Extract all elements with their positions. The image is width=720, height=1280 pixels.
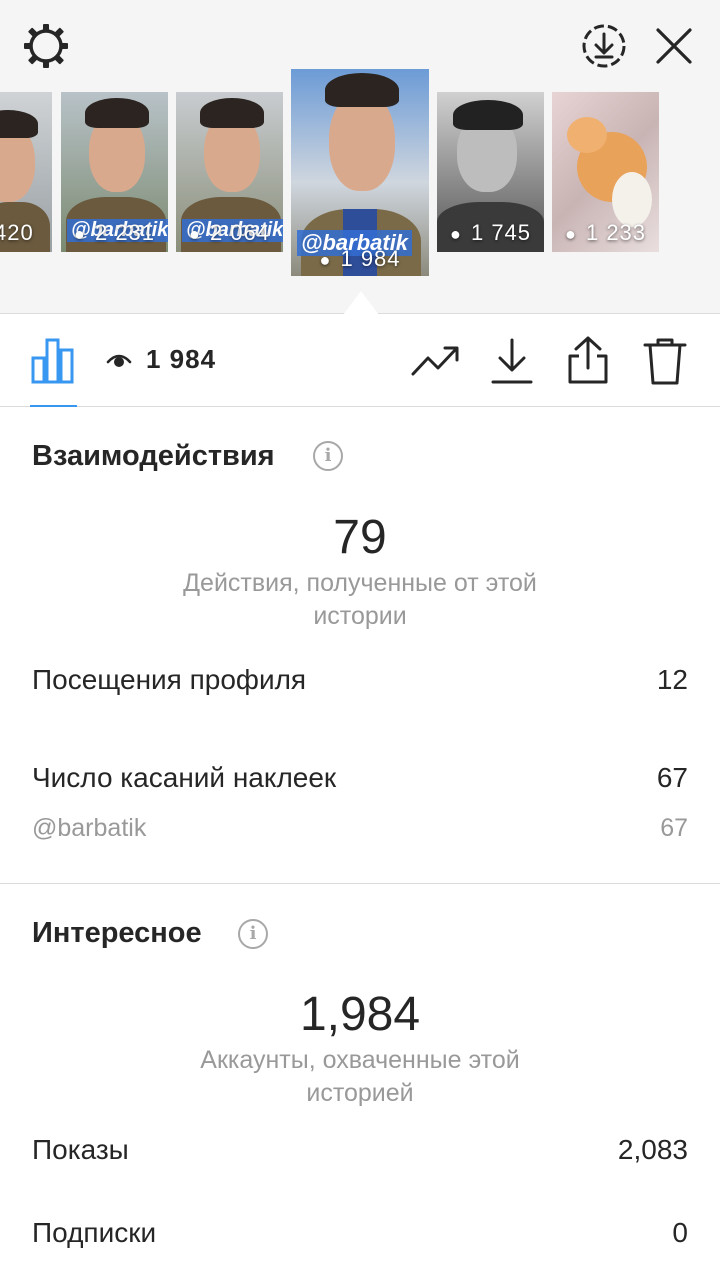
eye-icon: ● (73, 224, 86, 244)
active-tab-indicator (30, 405, 77, 407)
story-view-count: ● 1 984 (291, 246, 429, 272)
trash-icon[interactable] (642, 336, 688, 386)
story-view-value: 2 064 (209, 220, 271, 245)
share-icon[interactable] (565, 334, 611, 386)
info-icon[interactable]: i (238, 919, 268, 949)
story-view-value: 1 745 (470, 220, 532, 245)
gear-icon[interactable] (20, 20, 72, 72)
discovery-caption: Аккаунты, охваченные этой историей (200, 1046, 520, 1107)
eye-icon: ● (564, 224, 577, 244)
eye-icon: ● (319, 250, 332, 270)
story-view-count: 420 (0, 220, 34, 245)
mention-sticker-label[interactable]: @barbatik (32, 814, 146, 843)
story-view-value: 2 231 (94, 220, 156, 245)
profile-visits-label: Посещения профиля (32, 664, 307, 695)
view-count: 1 984 (146, 344, 217, 374)
mention-sticker-value: 67 (660, 814, 688, 842)
story-view-count: ● 1 233 (552, 220, 659, 246)
story-view-count: ● 1 745 (437, 220, 544, 246)
sticker-taps-value: 67 (656, 762, 688, 793)
story-thumbnail[interactable]: 420 (0, 92, 52, 252)
story-strip: 420 @barbatik ● 2 231 @barbatik ● 2 064 … (0, 0, 720, 315)
follows-value: 0 (672, 1217, 688, 1248)
eye-icon: ● (188, 224, 201, 244)
interactions-total: 79 (333, 511, 387, 564)
interactions-title: Взаимодействия (32, 440, 275, 472)
download-icon[interactable] (490, 336, 534, 386)
impressions-label: Показы (32, 1134, 129, 1165)
impressions-value: 2,083 (617, 1134, 688, 1165)
info-icon[interactable]: i (313, 441, 343, 471)
bar-chart-icon[interactable] (30, 336, 76, 384)
eye-icon (106, 354, 132, 367)
save-circle-icon[interactable] (580, 22, 628, 70)
close-icon[interactable] (652, 24, 696, 68)
story-thumbnail[interactable]: @barbatik ● 2 064 (176, 92, 283, 252)
story-thumbnail[interactable]: @barbatik ● 2 231 (61, 92, 168, 252)
sticker-taps-label: Число касаний наклеек (32, 762, 337, 793)
story-view-count: ● 2 231 (61, 220, 168, 246)
cat-head (567, 117, 607, 153)
story-thumbnail-selected[interactable]: @barbatik ● 1 984 (291, 69, 429, 276)
story-thumbnail[interactable]: ● 1 745 (437, 92, 544, 252)
insights-toolbar: 1 984 (0, 314, 720, 407)
cat-belly (612, 172, 652, 227)
story-thumbnail[interactable]: ● 1 233 (552, 92, 659, 252)
discovery-title: Интересное (32, 917, 202, 949)
discovery-total: 1,984 (299, 988, 421, 1041)
trend-icon[interactable] (410, 344, 460, 378)
story-view-value: 1 984 (340, 246, 401, 271)
eye-icon: ● (449, 224, 462, 244)
selection-pointer (343, 291, 379, 315)
section-divider (0, 883, 720, 884)
story-view-value: 1 233 (585, 220, 647, 245)
interactions-caption: Действия, полученные от этой истории (183, 569, 537, 630)
follows-label: Подписки (32, 1217, 157, 1248)
story-view-count: ● 2 064 (176, 220, 283, 246)
profile-visits-value: 12 (656, 664, 688, 695)
